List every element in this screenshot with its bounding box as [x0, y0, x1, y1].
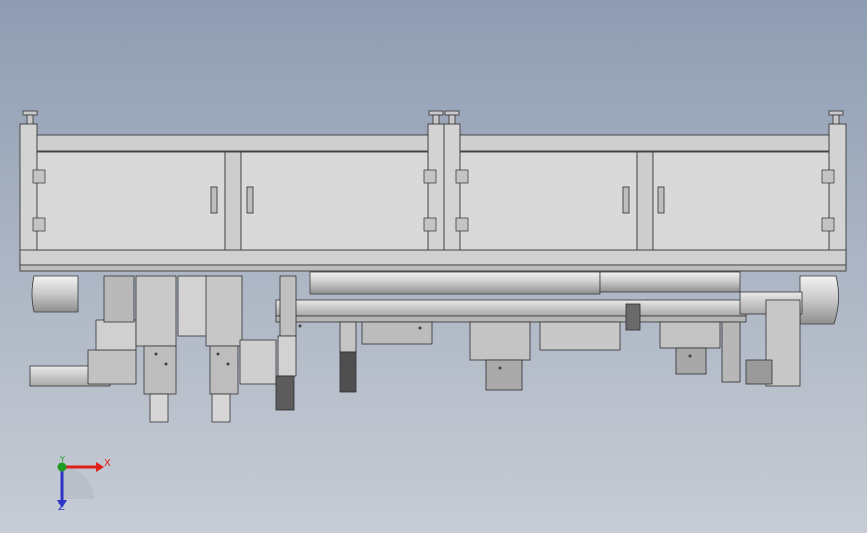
- machine-model[interactable]: [0, 0, 867, 533]
- y-axis-label: Y: [60, 455, 65, 464]
- cad-viewport[interactable]: X Y Z: [0, 0, 867, 533]
- left-modules: [135, 275, 277, 423]
- leveling-feet: [22, 110, 844, 126]
- hanging-tools: [275, 275, 741, 411]
- x-axis-label: X: [104, 458, 111, 469]
- triad-quadrant: [62, 467, 94, 499]
- z-axis-label: Z: [58, 502, 65, 513]
